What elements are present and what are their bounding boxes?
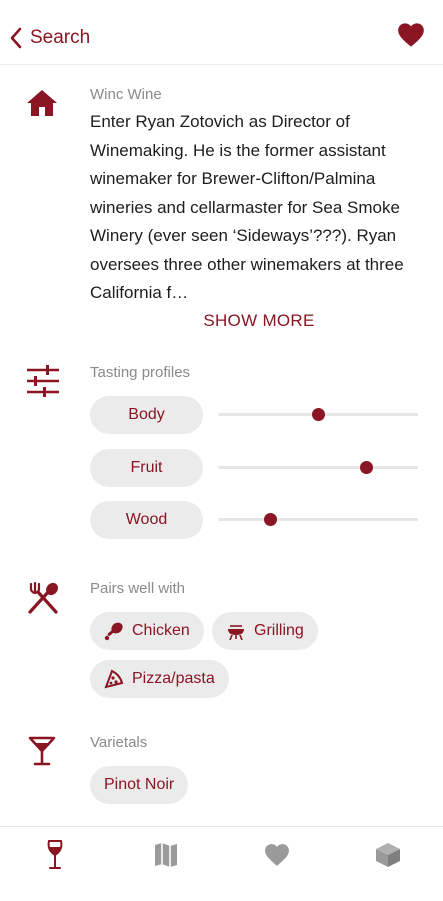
heart-icon: [264, 843, 290, 872]
varietal-pill[interactable]: Pinot Noir: [90, 766, 189, 804]
varietals-section: Varietals Pinot Noir: [0, 0, 443, 820]
box-icon: [375, 842, 401, 873]
bottom-nav: [0, 826, 443, 901]
tab-wines[interactable]: [35, 839, 75, 875]
wine-glass-icon: [45, 839, 65, 875]
tab-map[interactable]: [146, 841, 186, 873]
tab-orders[interactable]: [368, 841, 408, 873]
wine-glass-icon: [26, 735, 58, 772]
map-icon: [154, 842, 178, 873]
tab-favorites[interactable]: [257, 841, 297, 873]
varietals-title: Varietals: [90, 734, 148, 751]
